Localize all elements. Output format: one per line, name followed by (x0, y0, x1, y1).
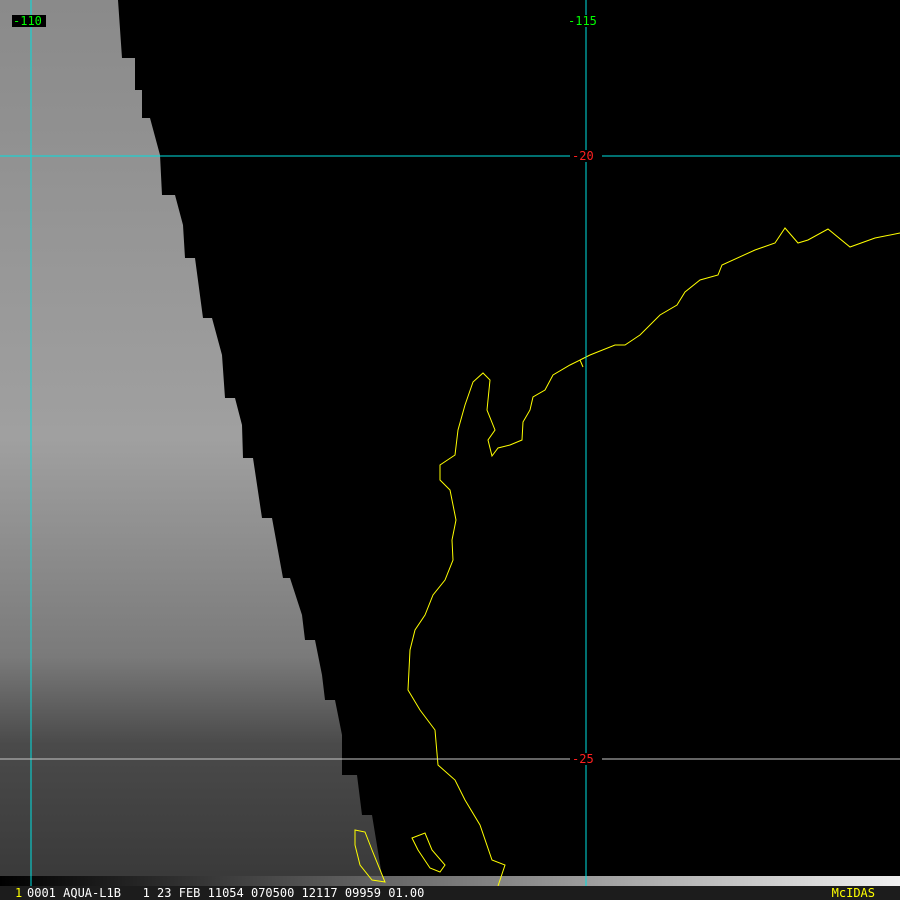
satellite-image-viewer: -110 -115 -20 -25 1 0001 AQUA-L1B 1 23 FE… (0, 0, 900, 900)
grayscale-strip (0, 876, 900, 886)
mcidas-brand: McIDAS (831, 886, 875, 900)
lon-label-115: -115 (568, 14, 597, 28)
image-info: 0001 AQUA-L1B 1 23 FEB 11054 070500 1211… (27, 886, 425, 900)
lat-label-25: -25 (572, 752, 594, 766)
frame-number: 1 (15, 886, 23, 900)
coastline (354, 227, 900, 887)
satellite-swath (0, 0, 382, 876)
status-bar: 1 0001 AQUA-L1B 1 23 FEB 11054 070500 121… (0, 886, 900, 900)
lat-label-20: -20 (572, 149, 594, 163)
lon-label-110: -110 (13, 14, 42, 28)
satellite-map (0, 0, 900, 887)
